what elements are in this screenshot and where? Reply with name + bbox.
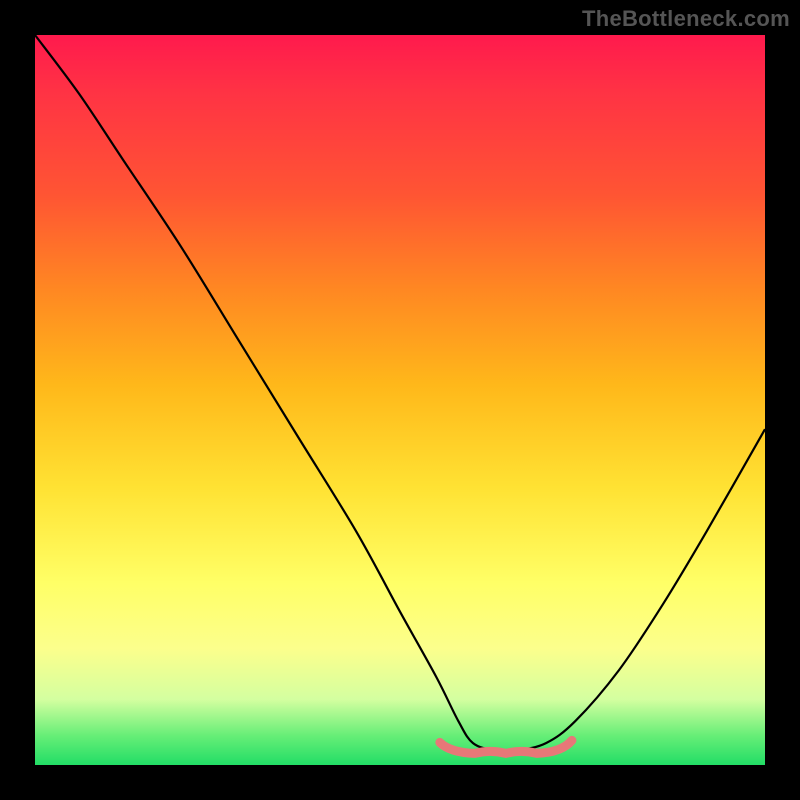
plot-area — [35, 35, 765, 765]
curve-layer — [35, 35, 765, 765]
flat-region-highlight — [440, 740, 572, 753]
bottleneck-curve-path — [35, 35, 765, 751]
watermark-text: TheBottleneck.com — [582, 6, 790, 32]
bottleneck-chart: TheBottleneck.com — [0, 0, 800, 800]
